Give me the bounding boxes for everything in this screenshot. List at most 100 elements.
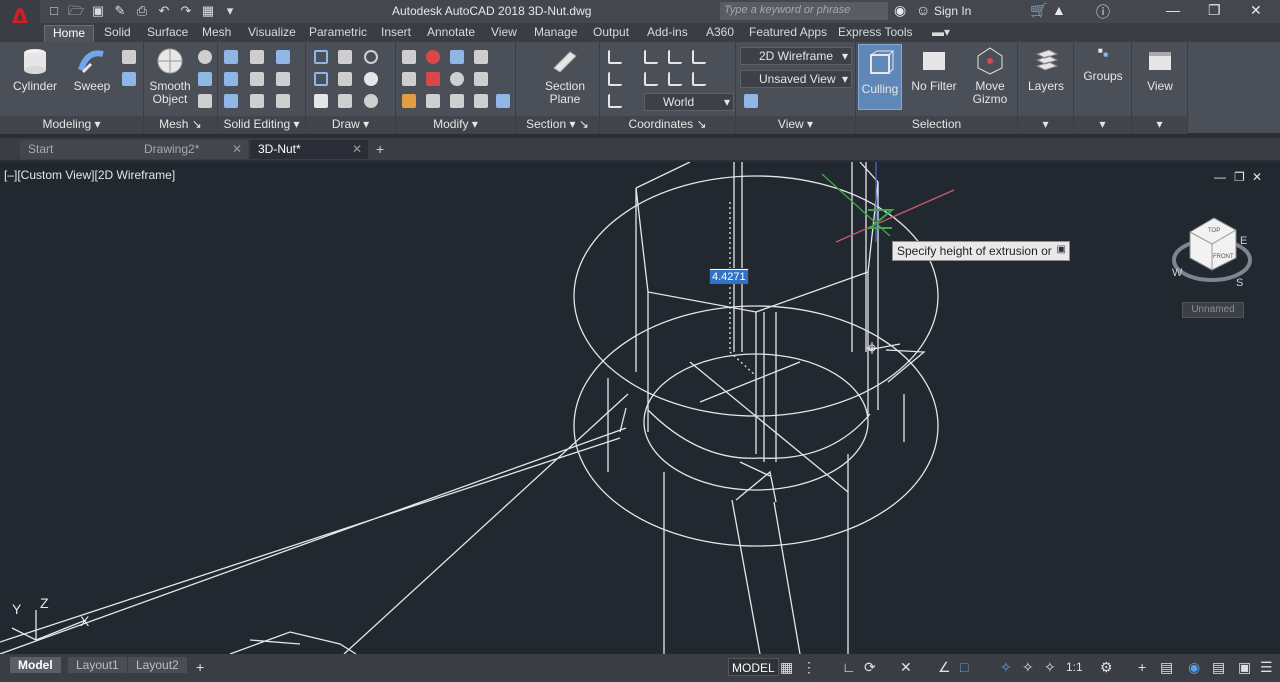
ortho-icon[interactable]: ∟ bbox=[842, 659, 856, 675]
trim-icon[interactable] bbox=[426, 72, 440, 86]
new-icon[interactable]: □ bbox=[46, 3, 62, 19]
isodraft-icon[interactable]: ✕ bbox=[900, 659, 912, 675]
tab-express-tools[interactable]: Express Tools bbox=[838, 25, 912, 39]
tab-manage[interactable]: Manage bbox=[534, 25, 577, 39]
move-icon[interactable] bbox=[402, 50, 416, 64]
ucs-previous-icon[interactable] bbox=[668, 50, 682, 64]
tab-featured-apps[interactable]: Featured Apps bbox=[749, 25, 827, 39]
auto-scale-icon[interactable]: ✧ bbox=[1044, 659, 1056, 675]
panel-title-view[interactable]: View ▾ bbox=[736, 116, 855, 134]
panel-title-draw[interactable]: Draw ▾ bbox=[306, 116, 395, 134]
ribbon-options-icon[interactable]: ▬▾ bbox=[932, 25, 950, 39]
polar-icon[interactable]: ⟳ bbox=[864, 659, 876, 675]
tab-annotate[interactable]: Annotate bbox=[427, 25, 475, 39]
mesh-smooth-more-icon[interactable] bbox=[198, 50, 212, 64]
polyline-icon[interactable] bbox=[338, 50, 352, 64]
ucs-3point-icon[interactable] bbox=[668, 72, 682, 86]
copy-icon[interactable] bbox=[450, 50, 464, 64]
groups-button[interactable]: Groups bbox=[1078, 46, 1128, 83]
culling-button[interactable]: Culling bbox=[858, 44, 902, 110]
stretch-icon[interactable] bbox=[474, 72, 488, 86]
model-space-button[interactable]: MODEL bbox=[728, 658, 779, 676]
thicken-icon[interactable] bbox=[250, 94, 264, 108]
polygon-icon[interactable] bbox=[314, 94, 328, 108]
binoculars-icon[interactable]: ◉ bbox=[894, 2, 906, 19]
panel-title-groups[interactable]: ▾ bbox=[1074, 116, 1131, 134]
clean-screen-icon[interactable]: ▣ bbox=[1238, 659, 1251, 675]
units-icon[interactable]: ▤ bbox=[1160, 659, 1173, 675]
undo-icon[interactable]: ↶ bbox=[156, 3, 172, 19]
search-input[interactable]: Type a keyword or phrase bbox=[720, 2, 888, 20]
ucs-view-icon[interactable] bbox=[608, 72, 622, 86]
ucs-object-icon[interactable] bbox=[644, 72, 658, 86]
viewport-minimize-button[interactable]: — bbox=[1214, 170, 1226, 184]
ellipse-icon[interactable] bbox=[364, 94, 378, 108]
workspace-icon[interactable]: ▦ bbox=[200, 3, 216, 19]
sign-in-button[interactable]: Sign In bbox=[934, 4, 971, 18]
subtract-icon[interactable] bbox=[224, 72, 238, 86]
dynamic-ucs-icon[interactable]: ✧ bbox=[1000, 659, 1012, 675]
rotate-icon[interactable] bbox=[426, 50, 440, 64]
move-gizmo-button[interactable]: Move Gizmo bbox=[966, 46, 1014, 106]
presspull-icon[interactable] bbox=[122, 72, 136, 86]
tab-insert[interactable]: Insert bbox=[381, 25, 411, 39]
save-as-icon[interactable]: ✎ bbox=[112, 3, 128, 19]
object-snap-tracking-icon[interactable]: ∠ bbox=[938, 659, 951, 675]
panel-title-view-tools[interactable]: ▾ bbox=[1132, 116, 1187, 134]
isolate-objects-icon[interactable]: ◉ bbox=[1188, 659, 1200, 675]
explode-icon[interactable] bbox=[474, 94, 488, 108]
extrude-icon[interactable] bbox=[122, 50, 136, 64]
intersect-icon[interactable] bbox=[224, 94, 238, 108]
close-button[interactable]: ✕ bbox=[1250, 2, 1262, 19]
rectangle-icon[interactable] bbox=[338, 94, 352, 108]
fillet-icon[interactable] bbox=[402, 72, 416, 86]
tab-mesh[interactable]: Mesh bbox=[202, 25, 231, 39]
save-icon[interactable]: ▣ bbox=[90, 3, 106, 19]
workspace-gear-icon[interactable]: ⚙ bbox=[1100, 659, 1113, 675]
tab-a360[interactable]: A360 bbox=[706, 25, 734, 39]
minimize-button[interactable]: — bbox=[1166, 2, 1180, 18]
panel-title-solid-editing[interactable]: Solid Editing ▾ bbox=[218, 116, 305, 134]
array-icon[interactable] bbox=[450, 72, 464, 86]
close-tab-icon[interactable]: ✕ bbox=[232, 140, 242, 159]
object-snap-icon[interactable]: □ bbox=[960, 659, 968, 675]
annotation-monitor-icon[interactable]: + bbox=[1138, 659, 1146, 675]
add-layout-icon[interactable]: + bbox=[196, 659, 204, 675]
mirror-icon[interactable] bbox=[474, 50, 488, 64]
union-icon[interactable] bbox=[224, 50, 238, 64]
panel-title-modeling[interactable]: Modeling ▾ bbox=[0, 116, 143, 134]
close-tab-icon[interactable]: ✕ bbox=[352, 140, 362, 159]
ucs-face-icon[interactable] bbox=[692, 50, 706, 64]
ucs-name-dropdown[interactable]: Unnamed bbox=[1182, 302, 1244, 318]
panel-title-coordinates[interactable]: Coordinates ↘ bbox=[600, 116, 735, 134]
help-icon[interactable]: ⓘ bbox=[1096, 2, 1110, 22]
open-icon[interactable]: 🗁 bbox=[68, 3, 84, 19]
section-plane-button[interactable]: Section Plane bbox=[536, 46, 594, 106]
viewport-controls-label[interactable]: [–][Custom View][2D Wireframe] bbox=[4, 168, 175, 182]
arc-icon[interactable] bbox=[364, 50, 378, 64]
slice-icon[interactable] bbox=[250, 50, 264, 64]
layout-tab-model[interactable]: Model bbox=[10, 657, 61, 673]
viewport-restore-button[interactable]: ❐ bbox=[1234, 170, 1245, 184]
viewport-config-icon[interactable] bbox=[744, 94, 758, 108]
circle-icon[interactable] bbox=[364, 72, 378, 86]
extract-edges-icon[interactable] bbox=[276, 72, 290, 86]
ucs-world-dropdown[interactable]: World ▾ bbox=[644, 93, 734, 111]
ucs-world-icon[interactable] bbox=[644, 50, 658, 64]
tab-parametric[interactable]: Parametric bbox=[309, 25, 367, 39]
interfere-icon[interactable] bbox=[250, 72, 264, 86]
layout-tab-layout1[interactable]: Layout1 bbox=[68, 657, 127, 673]
tab-add-ins[interactable]: Add-ins bbox=[647, 25, 688, 39]
print-icon[interactable]: ⎙ bbox=[134, 3, 150, 19]
panel-title-selection[interactable]: Selection bbox=[856, 116, 1017, 134]
dynamic-input-field[interactable]: 4.4271 bbox=[709, 268, 749, 284]
file-tab-drawing2[interactable]: Drawing2* ✕ bbox=[136, 140, 248, 159]
view-button[interactable]: View bbox=[1136, 46, 1184, 93]
tab-view[interactable]: View bbox=[491, 25, 517, 39]
construction-line-icon[interactable] bbox=[338, 72, 352, 86]
options-arrow-icon[interactable]: ▣ bbox=[1057, 244, 1066, 255]
drawing-viewport[interactable]: Y Z X TOP FRONT W S E [–][Custom View][2… bbox=[0, 162, 1280, 654]
snap-icon[interactable]: ⋮ bbox=[802, 659, 816, 675]
layers-button[interactable]: Layers bbox=[1022, 46, 1070, 93]
shell-icon[interactable] bbox=[276, 50, 290, 64]
